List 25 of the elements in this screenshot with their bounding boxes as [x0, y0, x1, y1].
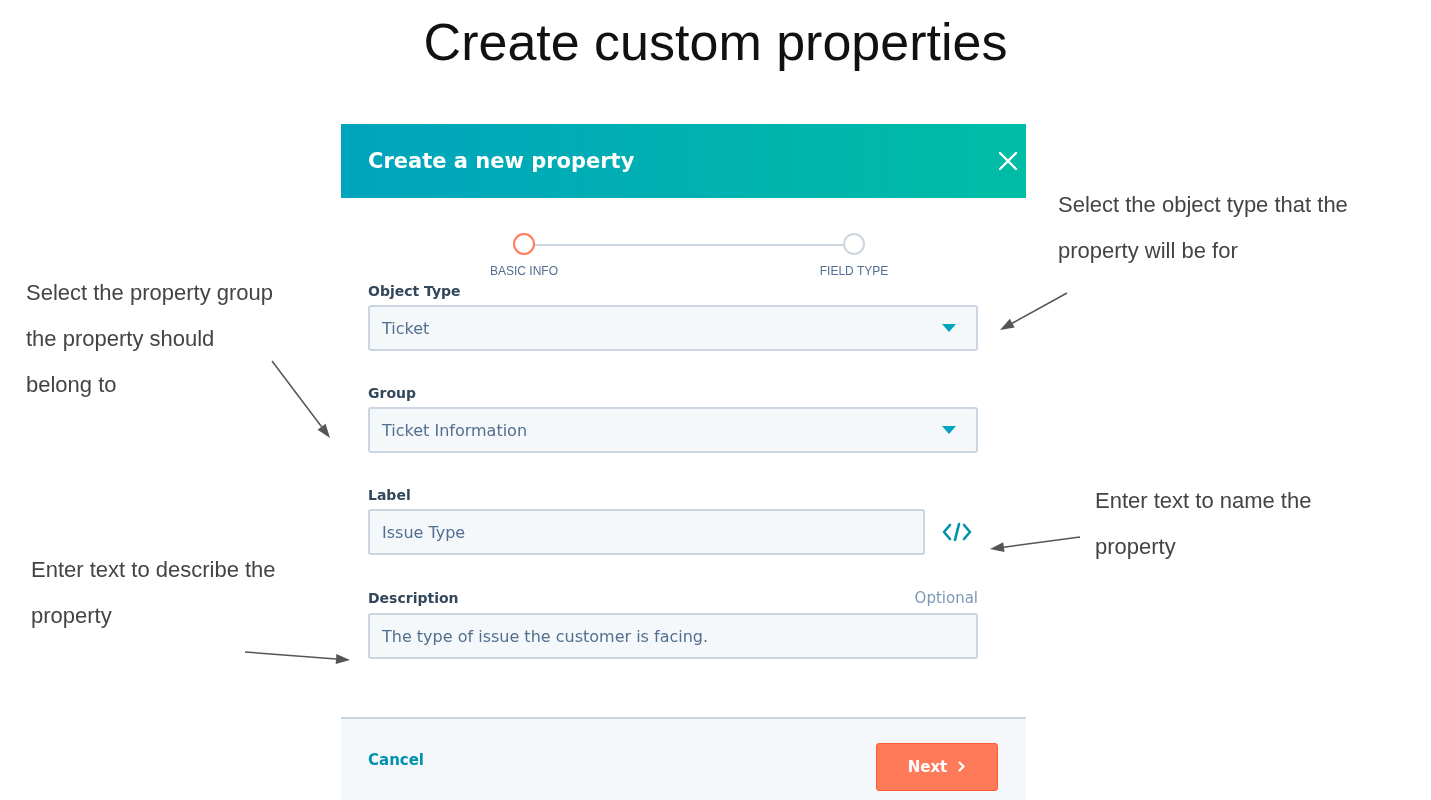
arrow: [1000, 292, 1068, 330]
cancel-link[interactable]: Cancel: [368, 750, 424, 769]
text-field[interactable]: Issue Type: [368, 509, 925, 555]
annotation-text: Enter text to describe the property: [31, 556, 276, 630]
dropdown-field[interactable]: Ticket Information: [368, 407, 978, 453]
close-icon[interactable]: [998, 151, 1018, 171]
field-label: Label: [368, 487, 411, 503]
field-label: Description: [368, 590, 459, 606]
dropdown-field[interactable]: Ticket: [368, 305, 978, 351]
annotation-text: Select the object type that the property will be for: [1058, 191, 1348, 265]
step-label: FIELD TYPE: [819, 264, 889, 278]
field-label: Group: [368, 385, 416, 401]
caret-icon: [942, 324, 956, 332]
next-button[interactable]: Next: [876, 742, 998, 791]
code-icon[interactable]: [942, 522, 972, 542]
caret-icon: [942, 426, 956, 434]
annotation-text: Enter text to name the property: [1095, 487, 1312, 561]
step-label: BASIC INFO: [490, 264, 558, 278]
optional-hint: Optional: [914, 589, 978, 607]
chevron-right-icon: [957, 760, 967, 773]
field-label: Object Type: [368, 283, 461, 299]
annotation-text: Select the property group the property should belong to: [26, 279, 274, 399]
slide-title: Create custom properties: [422, 12, 1009, 73]
dialog-title: Create a new property: [368, 149, 635, 173]
text-field[interactable]: The type of issue the customer is facing.: [368, 613, 978, 659]
